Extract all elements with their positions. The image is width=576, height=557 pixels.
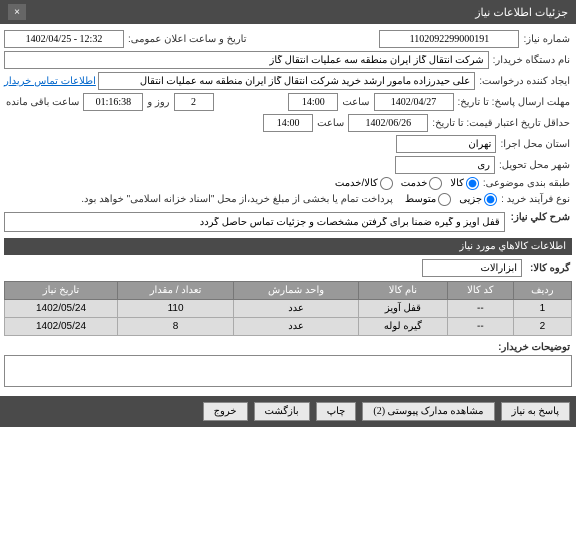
group-label: گروه کالا: (528, 263, 572, 274)
radio-service[interactable]: خدمت (401, 177, 443, 190)
delivery-field[interactable] (395, 156, 495, 174)
col-date: تاریخ نیاز (5, 282, 118, 300)
radio-service-input[interactable] (429, 177, 442, 190)
footer-bar: پاسخ به نیاز مشاهده مدارک پیوستی (2) چاپ… (0, 396, 576, 427)
deadline-hour-field[interactable] (288, 93, 338, 111)
col-qty: تعداد / مقدار (117, 282, 233, 300)
day-label: روز و (145, 97, 171, 108)
hour-label-2: ساعت (315, 118, 346, 129)
process-label: نوع فرآیند خرید : (499, 194, 572, 205)
form-panel: شماره نیاز: تاریخ و ساعت اعلان عمومی: نا… (0, 24, 576, 396)
contact-link[interactable]: اطلاعات تماس خریدار (4, 76, 96, 87)
validity-hour-field[interactable] (263, 114, 313, 132)
deadline-label: مهلت ارسال پاسخ: تا تاریخ: (456, 97, 572, 108)
radio-both[interactable]: کالا/خدمت (335, 177, 393, 190)
category-label: طبقه بندی موضوعی: (481, 178, 572, 189)
remaining-label: ساعت باقی مانده (4, 97, 81, 108)
window-title: جزئیات اطلاعات نیاز (475, 6, 568, 19)
creator-label: ایجاد کننده درخواست: (477, 76, 572, 87)
niaz-num-label: شماره نیاز: (521, 34, 572, 45)
deadline-date-field[interactable] (374, 93, 454, 111)
exec-label: استان محل اجرا: (498, 139, 572, 150)
table-row[interactable]: 2 -- گیره لوله عدد 8 1402/05/24 (5, 318, 572, 336)
radio-goods[interactable]: کالا (450, 177, 479, 190)
delivery-label: شهر محل تحویل: (497, 160, 572, 171)
notes-field[interactable] (4, 355, 572, 387)
radio-medium-input[interactable] (438, 193, 451, 206)
announce-field[interactable] (4, 30, 124, 48)
sharh-label: شرح کلي نياز: (509, 212, 572, 223)
reply-button[interactable]: پاسخ به نیاز (501, 402, 571, 421)
exec-field[interactable] (396, 135, 496, 153)
hour-label-1: ساعت (340, 97, 371, 108)
radio-partial[interactable]: جزیی (459, 193, 497, 206)
notes-label: توضیحات خریدار: (496, 342, 572, 353)
niaz-num-field[interactable] (379, 30, 519, 48)
table-row[interactable]: 1 -- قفل آویز عدد 110 1402/05/24 (5, 300, 572, 318)
col-code: کد کالا (447, 282, 513, 300)
creator-field[interactable] (98, 72, 475, 90)
title-bar: جزئیات اطلاعات نیاز × (0, 0, 576, 24)
announce-label: تاریخ و ساعت اعلان عمومی: (126, 34, 249, 45)
validity-date-field[interactable] (348, 114, 428, 132)
remaining-time-field[interactable] (83, 93, 143, 111)
buyer-label: نام دستگاه خریدار: (491, 55, 572, 66)
col-name: نام کالا (358, 282, 447, 300)
sharh-field[interactable] (4, 212, 505, 232)
process-note: پرداخت تمام یا بخشی از مبلغ خرید،از محل … (79, 194, 395, 205)
col-row: ردیف (513, 282, 571, 300)
radio-medium[interactable]: متوسط (405, 193, 451, 206)
radio-goods-input[interactable] (466, 177, 479, 190)
day-count-field[interactable] (174, 93, 214, 111)
goods-table: ردیف کد کالا نام کالا واحد شمارش تعداد /… (4, 281, 572, 336)
buyer-field[interactable] (4, 51, 489, 69)
goods-section-header: اطلاعات کالاهاي مورد نياز (4, 238, 572, 255)
docs-button[interactable]: مشاهده مدارک پیوستی (2) (362, 402, 494, 421)
col-unit: واحد شمارش (234, 282, 359, 300)
validity-label: حداقل تاریخ اعتبار قیمت: تا تاریخ: (430, 118, 572, 129)
print-button[interactable]: چاپ (316, 402, 357, 421)
close-icon[interactable]: × (8, 4, 26, 20)
exit-button[interactable]: خروج (203, 402, 248, 421)
back-button[interactable]: بازگشت (254, 402, 310, 421)
group-field[interactable] (422, 259, 522, 277)
radio-both-input[interactable] (380, 177, 393, 190)
radio-partial-input[interactable] (484, 193, 497, 206)
